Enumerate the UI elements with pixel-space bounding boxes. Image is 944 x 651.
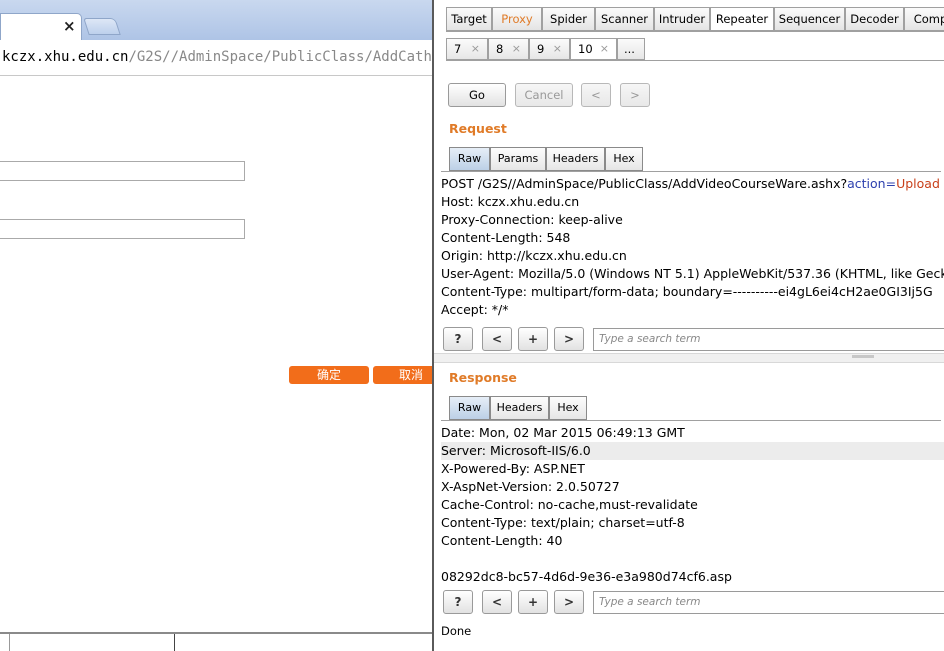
tab-target[interactable]: Target xyxy=(446,7,492,31)
url-path: /G2S//AdminSpace/PublicClass/AddCathedr xyxy=(128,49,432,65)
url-host: kczx.xhu.edu.cn xyxy=(2,49,129,65)
browser-window: × kczx.xhu.edu.cn/G2S//AdminSpace/Public… xyxy=(0,0,432,651)
repeater-tab-label: 10 xyxy=(578,42,593,56)
response-tab-headers[interactable]: Headers xyxy=(490,396,549,420)
status-text: Done xyxy=(441,624,472,638)
request-line-path: POST /G2S//AdminSpace/PublicClass/AddVid… xyxy=(441,176,848,191)
response-line: Server: Microsoft-IIS/6.0 xyxy=(441,442,944,460)
new-tab-button[interactable] xyxy=(83,18,121,35)
tab-divider xyxy=(441,420,941,421)
repeater-tab-9[interactable]: 9 × xyxy=(529,38,570,60)
tab-comparer[interactable]: Compa xyxy=(904,7,944,31)
cancel-form-button[interactable]: 取消 xyxy=(373,366,432,384)
help-button[interactable]: ? xyxy=(443,590,473,614)
response-tab-hex[interactable]: Hex xyxy=(549,396,587,420)
tab-decoder[interactable]: Decoder xyxy=(845,7,904,31)
cancel-request-button[interactable]: Cancel xyxy=(515,83,573,107)
request-line: POST /G2S//AdminSpace/PublicClass/AddVid… xyxy=(441,175,944,193)
query-param-name: action xyxy=(847,176,886,191)
repeater-tab-label: 9 xyxy=(537,42,545,56)
search-prev-button[interactable]: < xyxy=(482,590,512,614)
tab-proxy[interactable]: Proxy xyxy=(492,7,542,31)
tab-spider[interactable]: Spider xyxy=(542,7,595,31)
request-header-line: Content-Length: 548 xyxy=(441,230,571,245)
back-button[interactable]: < xyxy=(581,83,611,107)
form-text-input-2[interactable] xyxy=(0,219,245,239)
browser-tab-strip: × xyxy=(0,0,432,40)
tab-divider xyxy=(446,31,944,32)
forward-button[interactable]: > xyxy=(620,83,650,107)
splitter-grip[interactable] xyxy=(852,355,874,358)
status-divider xyxy=(174,634,175,651)
response-editor[interactable]: Date: Mon, 02 Mar 2015 06:49:13 GMT Serv… xyxy=(441,424,944,588)
response-body-line: 08292dc8-bc57-4d6d-9e36-e3a980d74cf6.asp xyxy=(441,569,732,584)
close-icon[interactable]: × xyxy=(553,39,562,59)
request-tab-headers[interactable]: Headers xyxy=(546,147,605,171)
search-next-button[interactable]: > xyxy=(554,327,584,351)
tab-divider xyxy=(441,171,941,172)
request-tab-raw[interactable]: Raw xyxy=(449,147,490,171)
close-icon[interactable]: × xyxy=(471,39,480,59)
address-bar[interactable]: kczx.xhu.edu.cn/G2S//AdminSpace/PublicCl… xyxy=(0,40,432,76)
tab-sequencer[interactable]: Sequencer xyxy=(774,7,845,31)
browser-status-bar xyxy=(0,632,432,651)
request-header-line: Content-Type: multipart/form-data; bound… xyxy=(441,284,933,299)
request-header-line: Accept: */* xyxy=(441,302,509,317)
close-icon[interactable]: × xyxy=(600,39,609,59)
request-header-line: Origin: http://kczx.xhu.edu.cn xyxy=(441,248,627,263)
query-param-eq: = xyxy=(885,176,897,191)
burp-suite-window: Target Proxy Spider Scanner Intruder Rep… xyxy=(432,0,944,651)
go-button[interactable]: Go xyxy=(448,83,506,107)
repeater-tab-label: 8 xyxy=(496,42,504,56)
response-line: X-Powered-By: ASP.NET xyxy=(441,461,585,476)
response-line: Date: Mon, 02 Mar 2015 06:49:13 GMT xyxy=(441,425,685,440)
request-header-line: Proxy-Connection: keep-alive xyxy=(441,212,623,227)
request-header-line: User-Agent: Mozilla/5.0 (Windows NT 5.1)… xyxy=(441,266,944,281)
response-title: Response xyxy=(449,370,517,385)
tab-repeater[interactable]: Repeater xyxy=(710,7,774,31)
search-next-button[interactable]: > xyxy=(554,590,584,614)
browser-tab[interactable]: × xyxy=(0,13,82,40)
close-tab-icon[interactable]: × xyxy=(63,18,76,34)
repeater-tab-7[interactable]: 7 × xyxy=(446,38,488,60)
request-search-input[interactable]: Type a search term xyxy=(593,328,944,351)
query-param-value: Upload xyxy=(896,176,940,191)
repeater-tab-label: 7 xyxy=(454,42,462,56)
request-editor[interactable]: POST /G2S//AdminSpace/PublicClass/AddVid… xyxy=(441,175,944,325)
response-search-input[interactable]: Type a search term xyxy=(593,591,944,614)
request-title: Request xyxy=(449,121,507,136)
response-line xyxy=(441,550,944,568)
status-divider xyxy=(9,634,10,651)
close-icon[interactable]: × xyxy=(512,39,521,59)
response-line: X-AspNet-Version: 2.0.50727 xyxy=(441,479,620,494)
request-tab-params[interactable]: Params xyxy=(490,147,546,171)
repeater-tab-10[interactable]: 10 × xyxy=(570,38,617,60)
pane-splitter[interactable] xyxy=(434,353,944,363)
search-add-button[interactable]: + xyxy=(518,590,548,614)
repeater-tab-8[interactable]: 8 × xyxy=(488,38,529,60)
help-button[interactable]: ? xyxy=(443,327,473,351)
response-line: Content-Length: 40 xyxy=(441,533,563,548)
confirm-button[interactable]: 确定 xyxy=(289,366,369,384)
tab-divider xyxy=(446,60,944,61)
tab-intruder[interactable]: Intruder xyxy=(654,7,710,31)
response-line: Content-Type: text/plain; charset=utf-8 xyxy=(441,515,685,530)
search-prev-button[interactable]: < xyxy=(482,327,512,351)
search-add-button[interactable]: + xyxy=(518,327,548,351)
form-text-input-1[interactable] xyxy=(0,161,245,181)
repeater-tab-new[interactable]: ... xyxy=(617,38,645,60)
tab-scanner[interactable]: Scanner xyxy=(595,7,654,31)
response-tab-raw[interactable]: Raw xyxy=(449,396,490,420)
request-header-line: Host: kczx.xhu.edu.cn xyxy=(441,194,580,209)
response-line: Cache-Control: no-cache,must-revalidate xyxy=(441,497,698,512)
new-repeater-tab-label: ... xyxy=(624,42,635,56)
request-tab-hex[interactable]: Hex xyxy=(605,147,643,171)
